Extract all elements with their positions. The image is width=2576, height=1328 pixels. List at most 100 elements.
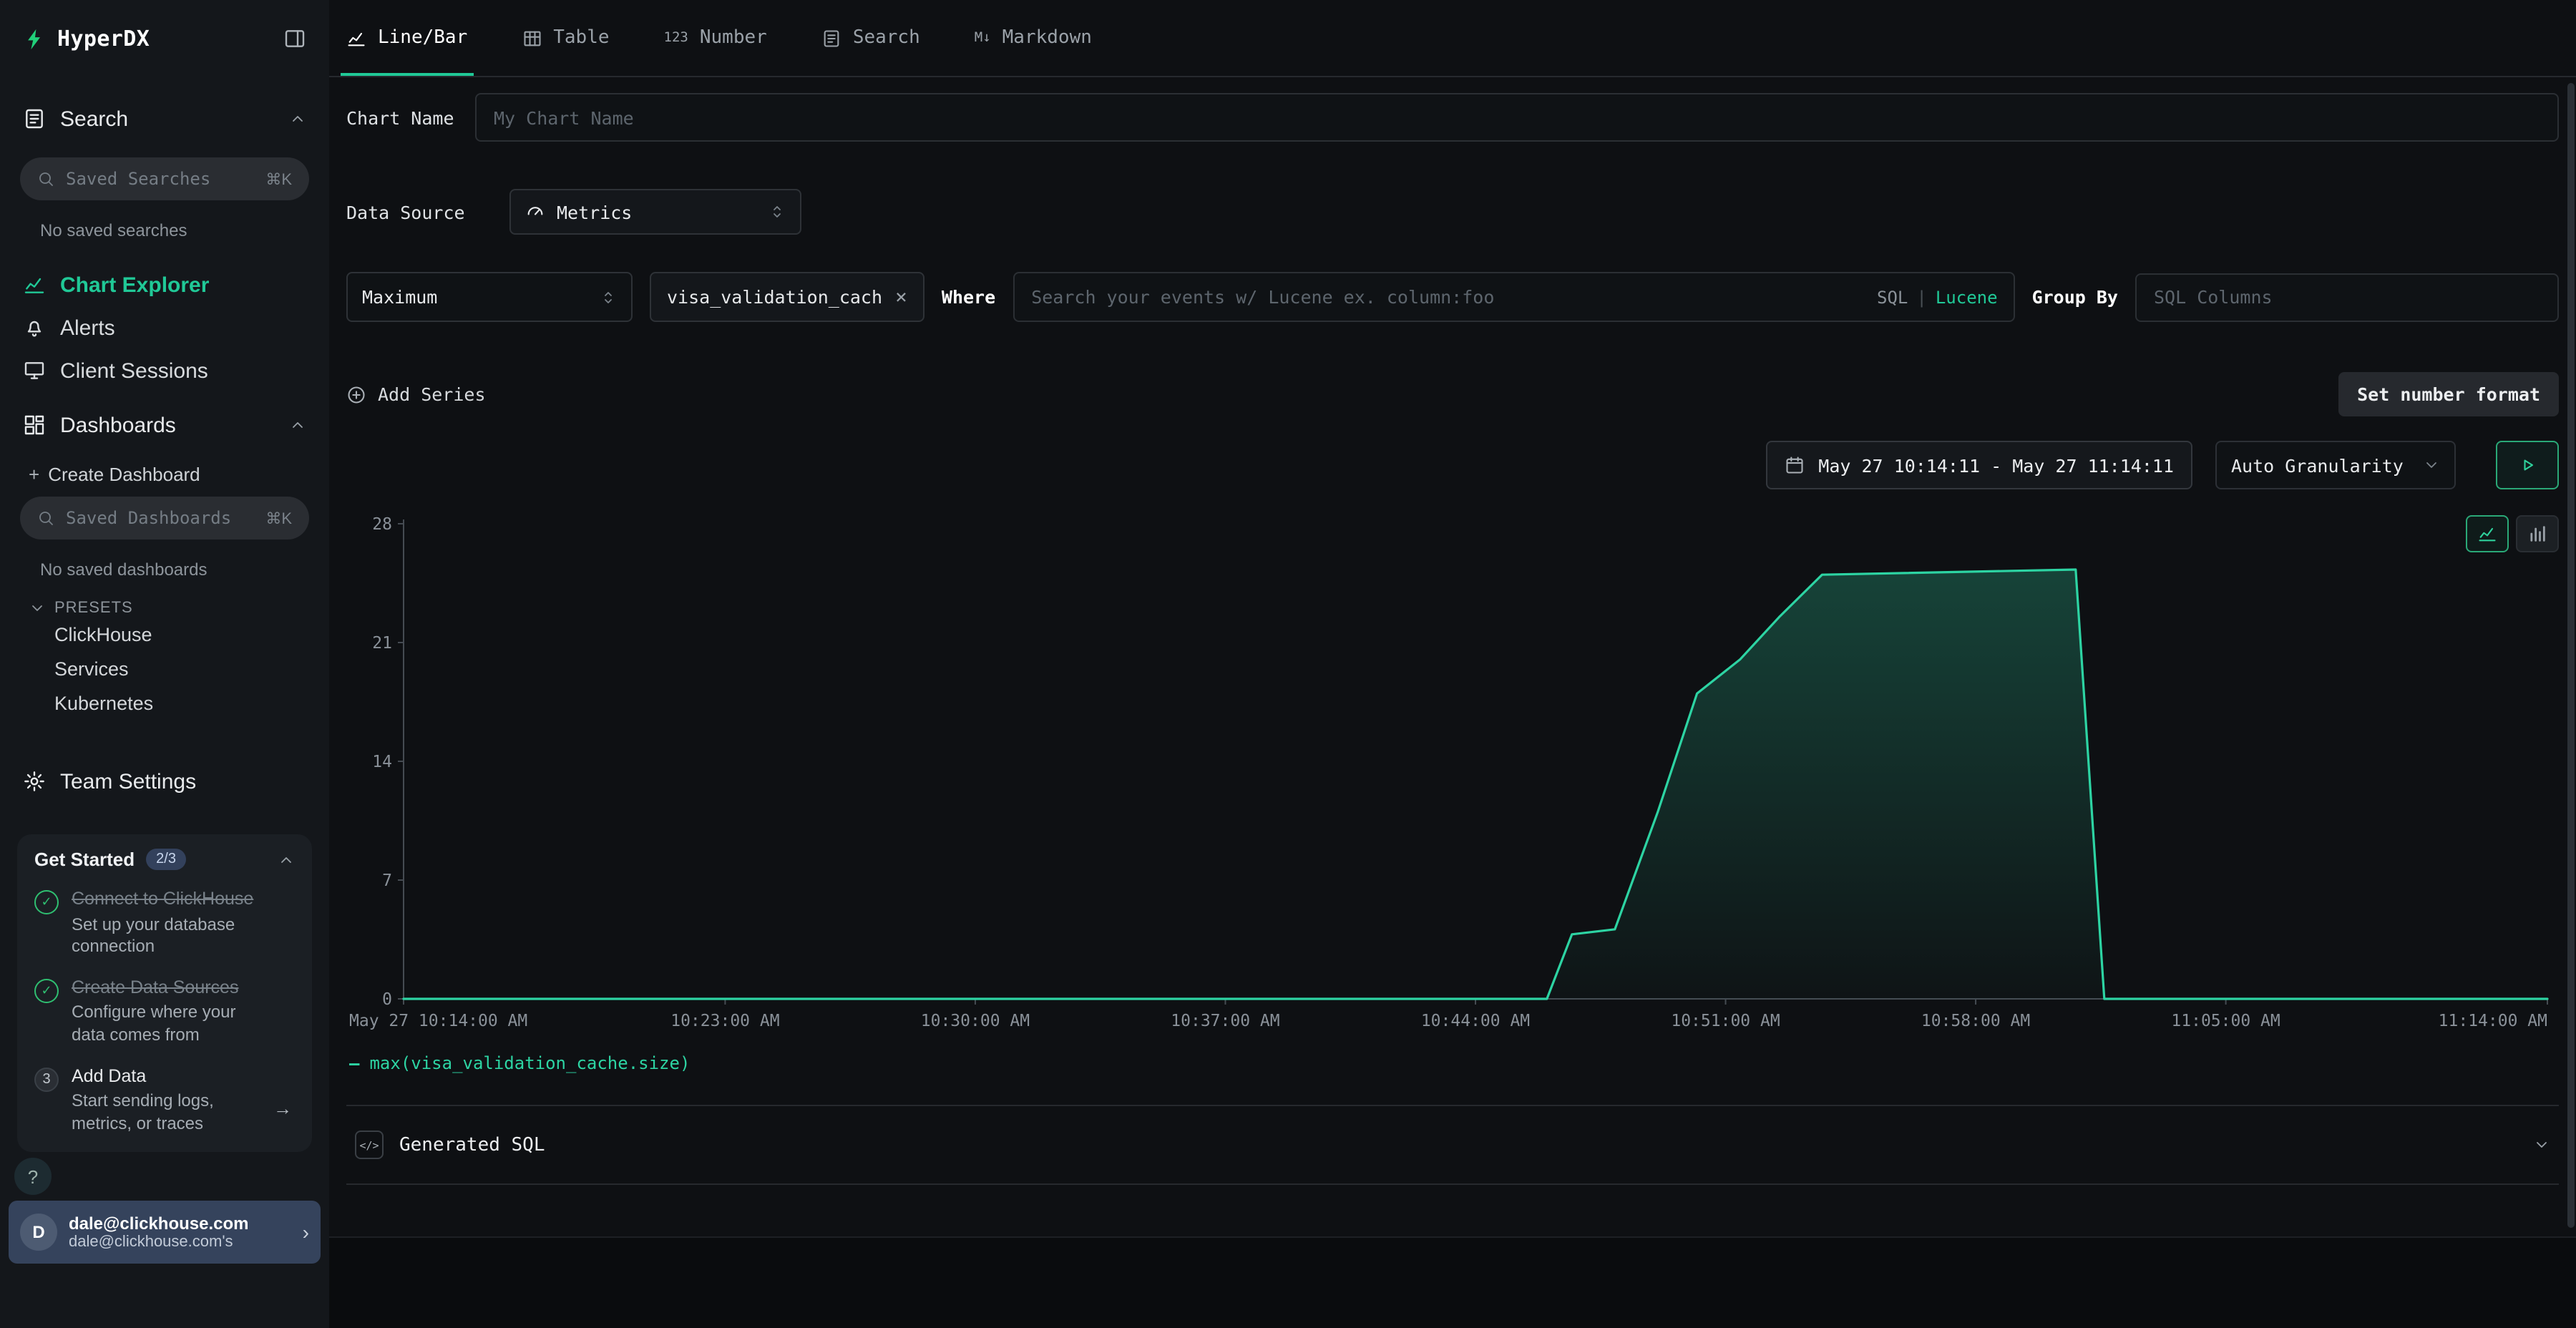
user-subtext: dale@clickhouse.com's [69, 1234, 291, 1251]
saved-dashboards-input[interactable]: Saved Dashboards ⌘K [20, 497, 309, 540]
get-started-header[interactable]: Get Started 2/3 [34, 849, 295, 870]
arrow-right-icon[interactable]: → [273, 1097, 292, 1118]
main-area: Line/Bar Table 123 Number Search [329, 0, 2576, 1328]
sidebar-item-client-sessions[interactable]: Client Sessions [0, 349, 329, 392]
data-source-select[interactable]: Metrics [509, 189, 801, 235]
chevron-down-icon [2423, 456, 2440, 474]
sql-lucene-toggle: SQL | Lucene [1877, 272, 1998, 322]
where-input-wrap: SQL | Lucene [1013, 272, 2014, 322]
line-display-button[interactable] [2466, 515, 2509, 552]
code-icon: </> [355, 1131, 384, 1159]
chevron-down-icon [2533, 1136, 2550, 1153]
tab-search[interactable]: Search [821, 0, 920, 76]
bell-icon [23, 316, 46, 339]
create-dashboard-button[interactable]: + Create Dashboard [29, 464, 306, 485]
date-range-picker[interactable]: May 27 10:14:11 - May 27 11:14:11 [1765, 441, 2192, 489]
metric-tag[interactable]: visa_validation_cach × [650, 272, 924, 322]
help-button[interactable]: ? [14, 1158, 52, 1196]
saved-dashboards-placeholder: Saved Dashboards [66, 508, 254, 528]
line-chart-icon [23, 273, 46, 296]
sidebar-section-dashboards[interactable]: Dashboards [0, 398, 329, 452]
hyperdx-bolt-icon [23, 26, 47, 51]
chart-name-row: Chart Name [346, 93, 2559, 142]
lucene-option[interactable]: Lucene [1936, 287, 1998, 307]
run-chart-button[interactable] [2496, 441, 2559, 489]
group-by-label: Group By [2032, 286, 2118, 308]
user-email: dale@clickhouse.com [69, 1214, 291, 1234]
saved-searches-input[interactable]: Saved Searches ⌘K [20, 157, 309, 200]
generated-sql-section[interactable]: </> Generated SQL [346, 1105, 2559, 1185]
create-dashboard-label: Create Dashboard [48, 464, 200, 485]
select-chevrons-icon [769, 203, 786, 220]
tab-number[interactable]: 123 Number [664, 0, 767, 76]
chevron-up-icon [289, 110, 306, 127]
bar-chart-icon [2527, 524, 2547, 544]
chart-name-input[interactable] [475, 93, 2559, 142]
presets-toggle[interactable]: PRESETS [29, 600, 306, 617]
chevron-right-icon: › [303, 1221, 309, 1244]
add-series-label: Add Series [378, 384, 486, 405]
tab-markdown[interactable]: M↓ Markdown [975, 0, 1092, 76]
data-source-value: Metrics [557, 201, 757, 223]
preset-item-kubernetes[interactable]: Kubernetes [54, 685, 306, 720]
preset-item-clickhouse[interactable]: ClickHouse [54, 617, 306, 651]
nav-label: Alerts [60, 316, 115, 340]
metrics-gauge-icon [525, 202, 545, 222]
nav-label: Chart Explorer [60, 273, 209, 297]
logo-row: HyperDX [0, 0, 329, 77]
preset-item-services[interactable]: Services [54, 651, 306, 685]
calendar-icon [1784, 455, 1804, 475]
sql-option[interactable]: SQL [1877, 287, 1908, 307]
granularity-value: Auto Granularity [2231, 454, 2411, 476]
step-desc: Start sending logs, metrics, or traces [72, 1091, 272, 1136]
step-title: Connect to ClickHouse [72, 889, 272, 911]
svg-text:0: 0 [382, 990, 392, 1009]
dashboard-grid-icon [23, 414, 46, 436]
collapse-sidebar-icon[interactable] [283, 27, 306, 50]
check-circle-icon: ✓ [34, 890, 59, 914]
monitor-icon [23, 359, 46, 382]
tab-table[interactable]: Table [522, 0, 609, 76]
where-input[interactable] [1013, 272, 2014, 322]
step-desc: Set up your database connection [72, 914, 272, 958]
markdown-icon: M↓ [975, 30, 991, 46]
legend-label: max(visa_validation_cache.size) [369, 1053, 690, 1073]
aggregation-select[interactable]: Maximum [346, 272, 633, 322]
add-series-button[interactable]: Add Series [346, 384, 486, 405]
toggle-divider: | [1916, 287, 1926, 307]
step-create-data-sources[interactable]: ✓ Create Data Sources Configure where yo… [34, 977, 295, 1048]
bar-display-button[interactable] [2516, 515, 2559, 552]
step-connect-clickhouse[interactable]: ✓ Connect to ClickHouse Set up your data… [34, 889, 295, 959]
granularity-select[interactable]: Auto Granularity [2215, 441, 2456, 489]
tab-line-bar[interactable]: Line/Bar [346, 0, 467, 76]
group-by-input[interactable] [2135, 273, 2559, 321]
app-root: HyperDX Search Saved Searches ⌘K No save… [0, 0, 2576, 1328]
scrollbar[interactable] [2567, 83, 2575, 1228]
sidebar-item-alerts[interactable]: Alerts [0, 306, 329, 349]
search-icon [37, 170, 54, 187]
search-section-label: Search [60, 107, 128, 131]
sidebar-item-chart-explorer[interactable]: Chart Explorer [0, 263, 329, 306]
series-row: Maximum visa_validation_cach × Where S [346, 272, 2559, 322]
step-title: Add Data [72, 1065, 272, 1088]
tag-close-icon[interactable]: × [895, 285, 907, 308]
set-number-format-button[interactable]: Set number format [2338, 372, 2559, 416]
dashboards-section-label: Dashboards [60, 413, 176, 437]
svg-text:11:14:00 AM: 11:14:00 AM [2439, 1012, 2547, 1030]
step-title: Create Data Sources [72, 977, 272, 1000]
sidebar-section-search[interactable]: Search [0, 92, 329, 146]
user-menu[interactable]: D dale@clickhouse.com dale@clickhouse.co… [9, 1201, 321, 1264]
number-123-icon: 123 [664, 30, 688, 46]
step-desc: Configure where your data comes from [72, 1002, 272, 1047]
svg-text:10:23:00 AM: 10:23:00 AM [670, 1012, 779, 1030]
sidebar-item-team-settings[interactable]: Team Settings [0, 754, 329, 809]
chevron-down-icon [29, 600, 46, 617]
svg-text:10:44:00 AM: 10:44:00 AM [1421, 1012, 1530, 1030]
main-scroll-area: Line/Bar Table 123 Number Search [329, 0, 2576, 1236]
viewport: HyperDX Search Saved Searches ⌘K No save… [0, 0, 2576, 1328]
timeseries-chart[interactable]: 07142128May 27 10:14:00 AM10:23:00 AM10:… [346, 498, 2559, 1045]
chart-type-tab-bar: Line/Bar Table 123 Number Search [329, 0, 2576, 77]
step-add-data[interactable]: 3 Add Data Start sending logs, metrics, … [34, 1065, 295, 1136]
chevron-up-icon [289, 416, 306, 434]
tab-label: Table [553, 27, 609, 49]
